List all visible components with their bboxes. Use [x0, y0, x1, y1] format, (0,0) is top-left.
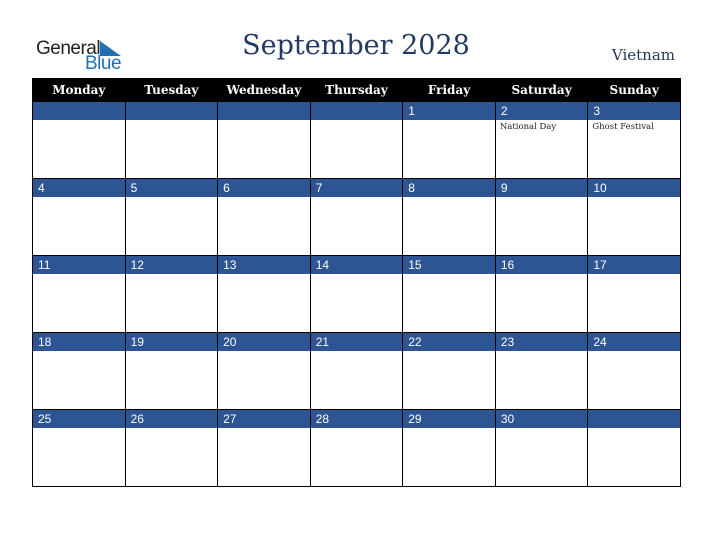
week-row: 1 2 National Day 3 Ghost Festival: [32, 101, 681, 179]
day-number: 12: [125, 256, 218, 274]
day-cell[interactable]: 26: [124, 409, 219, 487]
day-cell[interactable]: 7: [309, 178, 404, 256]
weekday-header: Friday: [402, 78, 496, 102]
day-cell[interactable]: 21: [309, 332, 404, 410]
holiday-label: Ghost Festival: [592, 122, 654, 132]
day-number: 21: [310, 333, 403, 351]
day-cell[interactable]: 24: [587, 332, 681, 410]
day-cell[interactable]: [309, 101, 404, 179]
day-number: 17: [588, 256, 680, 274]
day-number: 22: [403, 333, 495, 351]
day-cell[interactable]: [32, 101, 126, 179]
day-number: 25: [33, 410, 125, 428]
day-number: [125, 102, 218, 120]
day-number: 19: [125, 333, 218, 351]
weekday-header: Saturday: [494, 78, 589, 102]
day-number: 20: [218, 333, 310, 351]
day-number: 16: [495, 256, 588, 274]
day-cell[interactable]: 18: [32, 332, 126, 410]
day-number: 1: [403, 102, 495, 120]
day-cell[interactable]: 9: [494, 178, 589, 256]
day-number: 9: [495, 179, 588, 197]
day-number: 5: [125, 179, 218, 197]
day-cell[interactable]: 30: [494, 409, 589, 487]
day-number: 28: [310, 410, 403, 428]
day-number: 14: [310, 256, 403, 274]
day-cell[interactable]: 1: [402, 101, 496, 179]
day-cell[interactable]: 13: [217, 255, 311, 333]
day-cell[interactable]: 28: [309, 409, 404, 487]
day-cell[interactable]: 25: [32, 409, 126, 487]
day-number: 7: [310, 179, 403, 197]
country-label: Vietnam: [611, 46, 675, 64]
weekday-header: Tuesday: [124, 78, 219, 102]
calendar-title: September 2028: [242, 30, 470, 61]
day-number: 8: [403, 179, 495, 197]
weekday-header: Monday: [32, 78, 126, 102]
day-number: 3: [588, 102, 680, 120]
day-cell[interactable]: 19: [124, 332, 219, 410]
day-cell[interactable]: 5: [124, 178, 219, 256]
day-cell[interactable]: 20: [217, 332, 311, 410]
day-number: 29: [403, 410, 495, 428]
day-cell[interactable]: 8: [402, 178, 496, 256]
day-number: 27: [218, 410, 310, 428]
day-number: [310, 102, 403, 120]
day-number: 4: [33, 179, 125, 197]
day-number: [588, 410, 680, 428]
day-number: 23: [495, 333, 588, 351]
day-cell[interactable]: 3 Ghost Festival: [587, 101, 681, 179]
week-row: 18 19 20 21 22 23 24: [32, 332, 681, 410]
day-cell[interactable]: 10: [587, 178, 681, 256]
weekday-header: Sunday: [587, 78, 681, 102]
day-number: [218, 102, 310, 120]
week-row: 25 26 27 28 29 30: [32, 409, 681, 487]
day-cell[interactable]: 6: [217, 178, 311, 256]
calendar-grid: Monday Tuesday Wednesday Thursday Friday…: [32, 78, 681, 487]
day-cell[interactable]: 2 National Day: [494, 101, 589, 179]
day-cell[interactable]: 4: [32, 178, 126, 256]
day-number: 18: [33, 333, 125, 351]
day-cell[interactable]: 14: [309, 255, 404, 333]
weekday-header: Wednesday: [217, 78, 311, 102]
day-cell[interactable]: 29: [402, 409, 496, 487]
day-cell[interactable]: 27: [217, 409, 311, 487]
day-cell[interactable]: [217, 101, 311, 179]
day-number: 11: [33, 256, 125, 274]
weekday-header: Thursday: [309, 78, 404, 102]
day-cell[interactable]: 23: [494, 332, 589, 410]
week-row: 11 12 13 14 15 16 17: [32, 255, 681, 333]
day-cell[interactable]: 12: [124, 255, 219, 333]
day-cell[interactable]: 15: [402, 255, 496, 333]
day-cell[interactable]: 16: [494, 255, 589, 333]
day-number: 6: [218, 179, 310, 197]
day-number: 26: [125, 410, 218, 428]
holiday-label: National Day: [499, 122, 557, 132]
week-row: 4 5 6 7 8 9 10: [32, 178, 681, 256]
day-cell[interactable]: [124, 101, 219, 179]
weekday-header-row: Monday Tuesday Wednesday Thursday Friday…: [32, 78, 681, 102]
day-cell[interactable]: 17: [587, 255, 681, 333]
day-number: 13: [218, 256, 310, 274]
day-number: [33, 102, 125, 120]
day-number: 2: [495, 102, 588, 120]
day-number: 15: [403, 256, 495, 274]
day-number: 10: [588, 179, 680, 197]
day-number: 30: [495, 410, 588, 428]
day-cell[interactable]: 22: [402, 332, 496, 410]
day-cell[interactable]: 11: [32, 255, 126, 333]
day-cell[interactable]: [587, 409, 681, 487]
day-number: 24: [588, 333, 680, 351]
